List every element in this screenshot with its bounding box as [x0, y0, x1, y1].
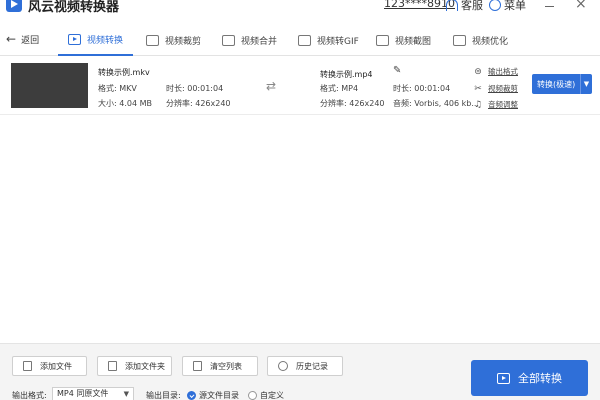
- clear-list-button[interactable]: 清空列表: [182, 356, 258, 376]
- convert-arrow-icon: ⇄: [266, 79, 277, 93]
- menu-label: 菜单: [504, 0, 526, 12]
- radio-custom-dir-label: 自定义: [260, 391, 284, 400]
- output-dir-label: 输出目录:: [146, 391, 181, 400]
- add-folder-icon: [108, 361, 117, 371]
- rename-pencil-icon[interactable]: ✎: [393, 65, 401, 76]
- customer-service-button[interactable]: 客服: [446, 0, 483, 13]
- app-logo-icon: [6, 0, 22, 12]
- headset-icon: [446, 0, 458, 11]
- output-format-label: 输出格式:: [12, 391, 47, 400]
- screenshot-icon: [376, 34, 389, 46]
- source-file-name: 转换示例.mkv: [98, 68, 150, 77]
- chevron-down-icon: ▼: [123, 390, 129, 398]
- clock-icon: [278, 361, 288, 371]
- scissors-icon: ✂: [474, 83, 482, 94]
- add-folder-button[interactable]: 添加文件夹: [97, 356, 172, 376]
- tab-label: 视频合并: [241, 36, 278, 47]
- function-tabs: ← 返回 视频转换 视频裁剪 视频合并 视频转GIF 视频截图 视频优化: [0, 24, 600, 56]
- radio-source-dir[interactable]: 源文件目录: [187, 390, 239, 400]
- back-label: 返回: [21, 35, 40, 46]
- back-arrow-icon: ←: [6, 32, 17, 46]
- gif-icon: [298, 34, 311, 46]
- radio-source-dir-label: 源文件目录: [199, 391, 239, 400]
- audio-adjust-link[interactable]: ♫ 音频调整: [473, 99, 518, 110]
- convert-fast-button[interactable]: 转换(极速) ▼: [532, 74, 592, 94]
- tab-label: 视频裁剪: [165, 36, 202, 47]
- add-file-label: 添加文件: [40, 361, 72, 371]
- tab-video-optimize[interactable]: 视频优化: [453, 24, 508, 56]
- tab-video-gif[interactable]: 视频转GIF: [298, 24, 359, 56]
- clear-list-label: 清空列表: [210, 361, 242, 371]
- output-format-link-label: 输出格式: [488, 67, 518, 76]
- convert-fast-label: 转换(极速): [537, 79, 576, 89]
- merge-icon: [222, 34, 235, 46]
- menu-button[interactable]: 菜单: [489, 0, 526, 13]
- source-format: 格式: MKV: [98, 84, 137, 93]
- history-label: 历史记录: [296, 361, 328, 371]
- output-audio: 音频: Vorbis, 406 kb...: [393, 99, 479, 108]
- tab-label: 视频转GIF: [317, 36, 359, 47]
- app-window: 风云视频转换器 123****8910 客服 菜单 × ← 返回 视频转换 视频…: [0, 0, 600, 400]
- output-format-link[interactable]: ⊜ 输出格式: [473, 66, 518, 77]
- video-play-icon: [497, 372, 510, 384]
- add-folder-label: 添加文件夹: [125, 361, 165, 371]
- tab-video-crop[interactable]: 视频裁剪: [146, 24, 201, 56]
- tab-video-merge[interactable]: 视频合并: [222, 24, 277, 56]
- crop-icon: [146, 34, 159, 46]
- radio-checked-icon: [187, 391, 196, 400]
- music-note-icon: ♫: [473, 99, 483, 110]
- tab-label: 视频优化: [472, 36, 509, 47]
- add-file-button[interactable]: 添加文件: [12, 356, 87, 376]
- minimize-button[interactable]: [545, 6, 554, 7]
- output-duration: 时长: 00:01:04: [393, 84, 451, 93]
- source-size: 大小: 4.04 MB: [98, 99, 152, 108]
- add-file-icon: [23, 361, 32, 371]
- output-resolution: 分辨率: 426x240: [320, 99, 385, 108]
- audio-adjust-link-label: 音频调整: [488, 100, 518, 109]
- tab-video-screenshot[interactable]: 视频截图: [376, 24, 431, 56]
- output-format: 格式: MP4: [320, 84, 359, 93]
- settings-circle-icon: ⊜: [474, 66, 482, 77]
- app-title: 风云视频转换器: [28, 0, 120, 15]
- trash-icon: [193, 361, 202, 371]
- customer-service-label: 客服: [461, 0, 483, 12]
- video-crop-link[interactable]: ✂ 视频裁剪: [473, 83, 518, 94]
- tab-video-convert[interactable]: 视频转换: [58, 24, 134, 56]
- output-file-name: 转换示例.mp4: [320, 70, 373, 79]
- sliders-icon: [453, 34, 466, 46]
- convert-all-button[interactable]: 全部转换: [471, 360, 588, 396]
- video-play-icon: [68, 33, 81, 45]
- menu-icon: [489, 0, 501, 11]
- close-button[interactable]: ×: [575, 0, 587, 12]
- history-button[interactable]: 历史记录: [267, 356, 343, 376]
- account-link[interactable]: 123****8910: [384, 0, 455, 10]
- convert-all-label: 全部转换: [518, 372, 562, 385]
- radio-unchecked-icon: [248, 391, 257, 400]
- back-button[interactable]: ← 返回: [6, 32, 39, 46]
- source-duration: 时长: 00:01:04: [166, 84, 224, 93]
- radio-custom-dir[interactable]: 自定义: [248, 390, 284, 400]
- bottom-toolbar: 添加文件 添加文件夹 清空列表 历史记录 输出格式: MP4 同原文件 ▼ 输出…: [0, 343, 600, 400]
- output-format-select[interactable]: MP4 同原文件 ▼: [52, 387, 134, 400]
- tab-label: 视频转换: [87, 35, 124, 46]
- source-resolution: 分辨率: 426x240: [166, 99, 231, 108]
- video-thumbnail: [11, 63, 88, 108]
- title-bar: 风云视频转换器 123****8910 客服 菜单 ×: [0, 0, 600, 17]
- tab-label: 视频截图: [395, 36, 432, 47]
- video-crop-link-label: 视频裁剪: [488, 84, 518, 93]
- output-format-value: MP4 同原文件: [57, 389, 109, 398]
- chevron-down-icon[interactable]: ▼: [580, 74, 592, 94]
- file-list-item[interactable]: 转换示例.mkv 格式: MKV 大小: 4.04 MB 时长: 00:01:0…: [0, 57, 600, 115]
